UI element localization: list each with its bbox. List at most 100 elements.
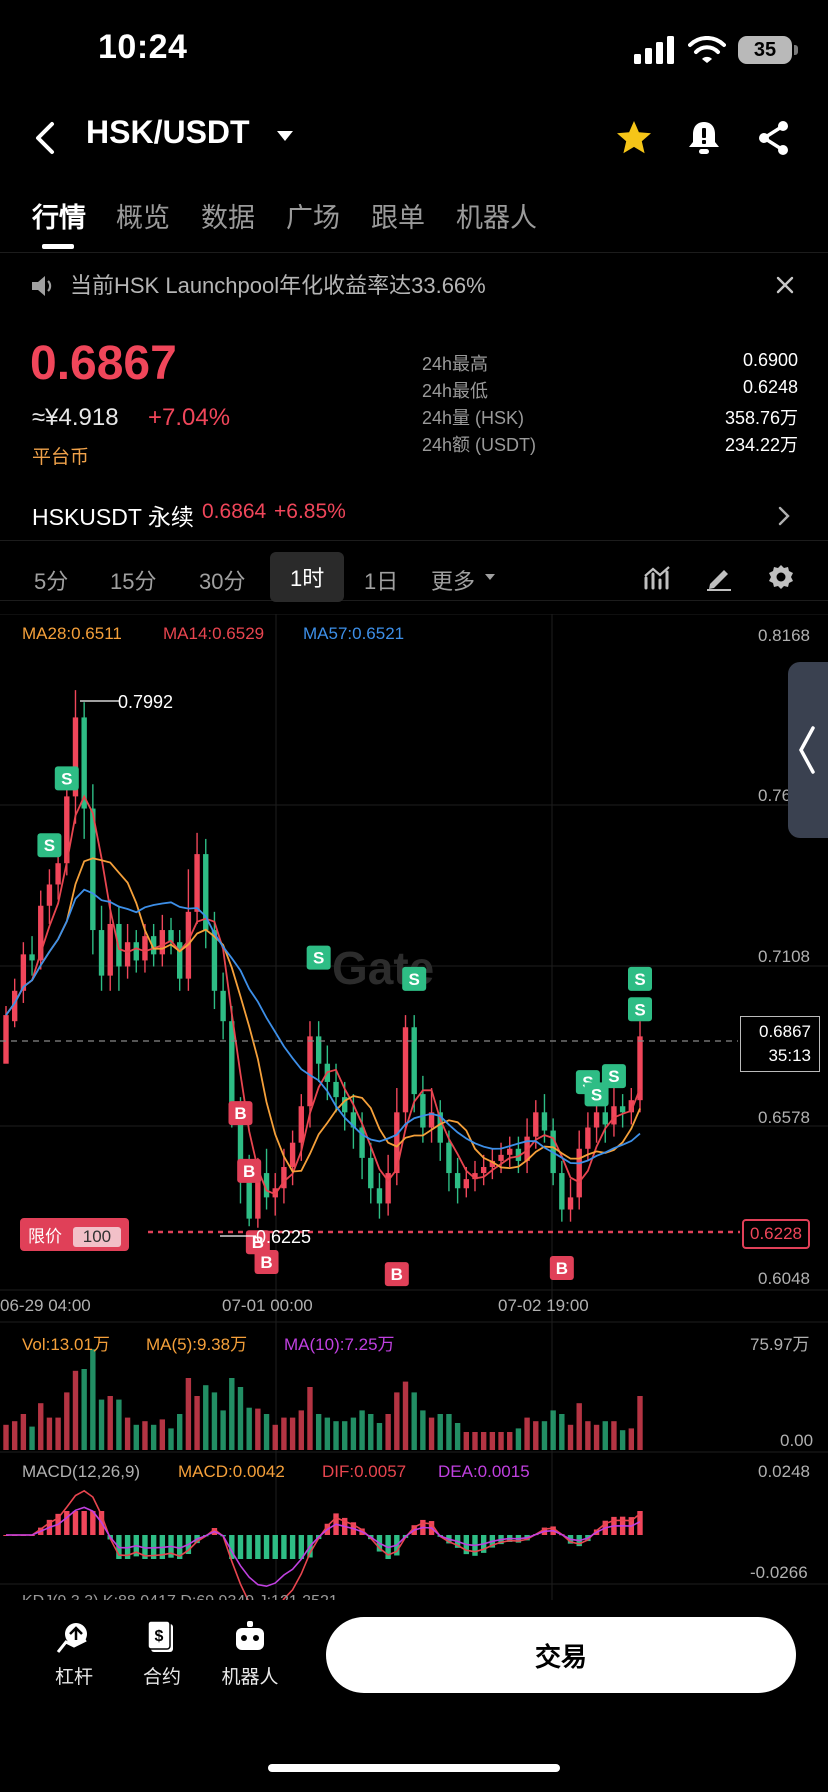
limit-order-label[interactable]: 限价 100 (20, 1218, 130, 1251)
volume-bar (142, 1421, 148, 1450)
volume-bar (281, 1417, 287, 1450)
bots-button[interactable]: 机器人 (210, 1620, 290, 1689)
tab-square[interactable]: 广场 (286, 196, 340, 235)
indicator-icon[interactable] (642, 562, 672, 592)
volume-bar (298, 1410, 304, 1450)
volume-bar (524, 1417, 530, 1450)
margin-icon (56, 1623, 87, 1653)
volume-bar (237, 1387, 244, 1450)
volume-bar (81, 1369, 87, 1450)
perpetual-name[interactable]: HSKUSDT 永续 (32, 498, 194, 532)
tab-overview[interactable]: 概览 (116, 196, 170, 235)
24h-stats: 24h最高 0.6900 24h最低 0.6248 24h量 (HSK) 358.76… (422, 350, 798, 458)
buy-marker-label: B (391, 1265, 403, 1284)
stat-label: 24h量 (HSK) (422, 408, 525, 428)
volume-bar (11, 1421, 18, 1450)
perpetual-row[interactable]: HSKUSDT 永续 0.6864 +6.85% (0, 494, 828, 541)
ma57-legend: MA57:0.6521 (303, 624, 405, 643)
margin-button[interactable]: 杠杆 (34, 1620, 114, 1689)
volume-bar (55, 1417, 61, 1450)
futures-button[interactable]: $ 合约 (122, 1620, 202, 1689)
volume-bar (46, 1417, 53, 1450)
price-alert-bell-icon[interactable] (682, 116, 726, 160)
volume-bar (38, 1403, 44, 1450)
interval-30m[interactable]: 30分 (199, 564, 245, 596)
section-tabs: 行情 概览 数据 广场 跟单 机器人 (0, 192, 828, 253)
interval-15m[interactable]: 15分 (110, 564, 156, 596)
tab-bots[interactable]: 机器人 (456, 196, 537, 235)
candle-body (29, 954, 35, 961)
macd-value: MACD:0.0042 (178, 1462, 285, 1481)
sell-marker-label: S (409, 970, 420, 989)
cny-price: ≈¥4.918 (32, 404, 119, 431)
candle-body (454, 1173, 461, 1189)
candle-body (576, 1148, 582, 1198)
candle-body (533, 1112, 539, 1137)
pair-title[interactable]: HSK/USDT (86, 114, 250, 151)
close-icon[interactable] (774, 274, 796, 296)
tab-data[interactable]: 数据 (201, 196, 255, 235)
y-tick: 0.6578 (758, 1108, 810, 1127)
chevron-right-icon[interactable] (776, 504, 792, 528)
back-chevron-icon[interactable] (28, 118, 64, 158)
sell-marker-label: S (591, 1085, 602, 1104)
caret-down-icon[interactable] (274, 128, 296, 144)
volume-bar (628, 1428, 635, 1450)
volume-bar (576, 1403, 582, 1450)
trade-button[interactable]: 交易 (326, 1617, 796, 1693)
candle-body (159, 930, 166, 955)
current-price-tag: 0.6867 35:13 (740, 1016, 820, 1072)
volume-bar (168, 1428, 174, 1450)
volume-bar (472, 1432, 478, 1450)
current-price-value: 0.6867 (759, 1022, 811, 1041)
side-drawer-handle[interactable] (788, 662, 828, 838)
volume-bar (72, 1370, 79, 1450)
interval-1d[interactable]: 1日 (364, 564, 398, 596)
announcement-text[interactable]: 当前HSK Launchpool年化收益率达33.66% (70, 268, 486, 300)
volume-bar (402, 1381, 409, 1450)
interval-1h[interactable]: 1时 (270, 552, 345, 602)
candle-body (368, 1157, 374, 1189)
last-price: 0.6867 (30, 337, 177, 390)
star-icon[interactable] (612, 116, 656, 160)
volume-bar (550, 1410, 556, 1450)
volume-bar (315, 1414, 322, 1450)
macd-histogram-bar (281, 1535, 287, 1559)
interval-5m[interactable]: 5分 (34, 564, 68, 596)
stat-value: 0.6900 (742, 350, 798, 370)
kline-chart[interactable]: Gate SSBBBBSSBBSSSSS 0.7992 0.6225 (0, 614, 828, 1600)
macd-histogram-bar (255, 1535, 261, 1559)
macd-ymin: -0.0266 (750, 1563, 808, 1582)
announcement-bar[interactable]: 当前HSK Launchpool年化收益率达33.66% (0, 266, 828, 306)
volume-bar (559, 1414, 565, 1450)
speaker-icon (32, 276, 52, 296)
stat-value: 0.6248 (742, 377, 798, 397)
candle-body (298, 1106, 304, 1143)
volume-bar (489, 1432, 496, 1450)
candle-body (107, 923, 113, 976)
caret-down-icon[interactable] (484, 572, 496, 582)
volume-bar (263, 1414, 270, 1450)
category-tag[interactable]: 平台币 (32, 442, 89, 469)
volume-bar (133, 1424, 139, 1450)
volume-bar (124, 1417, 131, 1450)
draw-pencil-icon[interactable] (704, 562, 734, 592)
tab-copy-trading[interactable]: 跟单 (371, 196, 425, 235)
price-change-percent: +7.04% (148, 404, 231, 431)
tab-market[interactable]: 行情 (32, 196, 86, 235)
stat-high: 24h最高 0.6900 (422, 350, 798, 377)
volume-bar (29, 1426, 35, 1450)
gear-icon[interactable] (766, 562, 796, 592)
buy-marker-label: B (260, 1253, 272, 1272)
volume-bar (20, 1414, 27, 1450)
volume-bar (116, 1399, 122, 1450)
chevron-left-icon[interactable] (797, 724, 817, 776)
volume-bar (376, 1423, 383, 1450)
candle-body (411, 1027, 417, 1095)
share-icon[interactable] (752, 116, 796, 160)
limit-qty[interactable]: 100 (72, 1227, 122, 1247)
interval-more[interactable]: 更多 (431, 564, 475, 596)
candle-body (229, 1021, 235, 1113)
candle-body (402, 1027, 409, 1113)
y-tick: 0.8168 (758, 626, 810, 645)
